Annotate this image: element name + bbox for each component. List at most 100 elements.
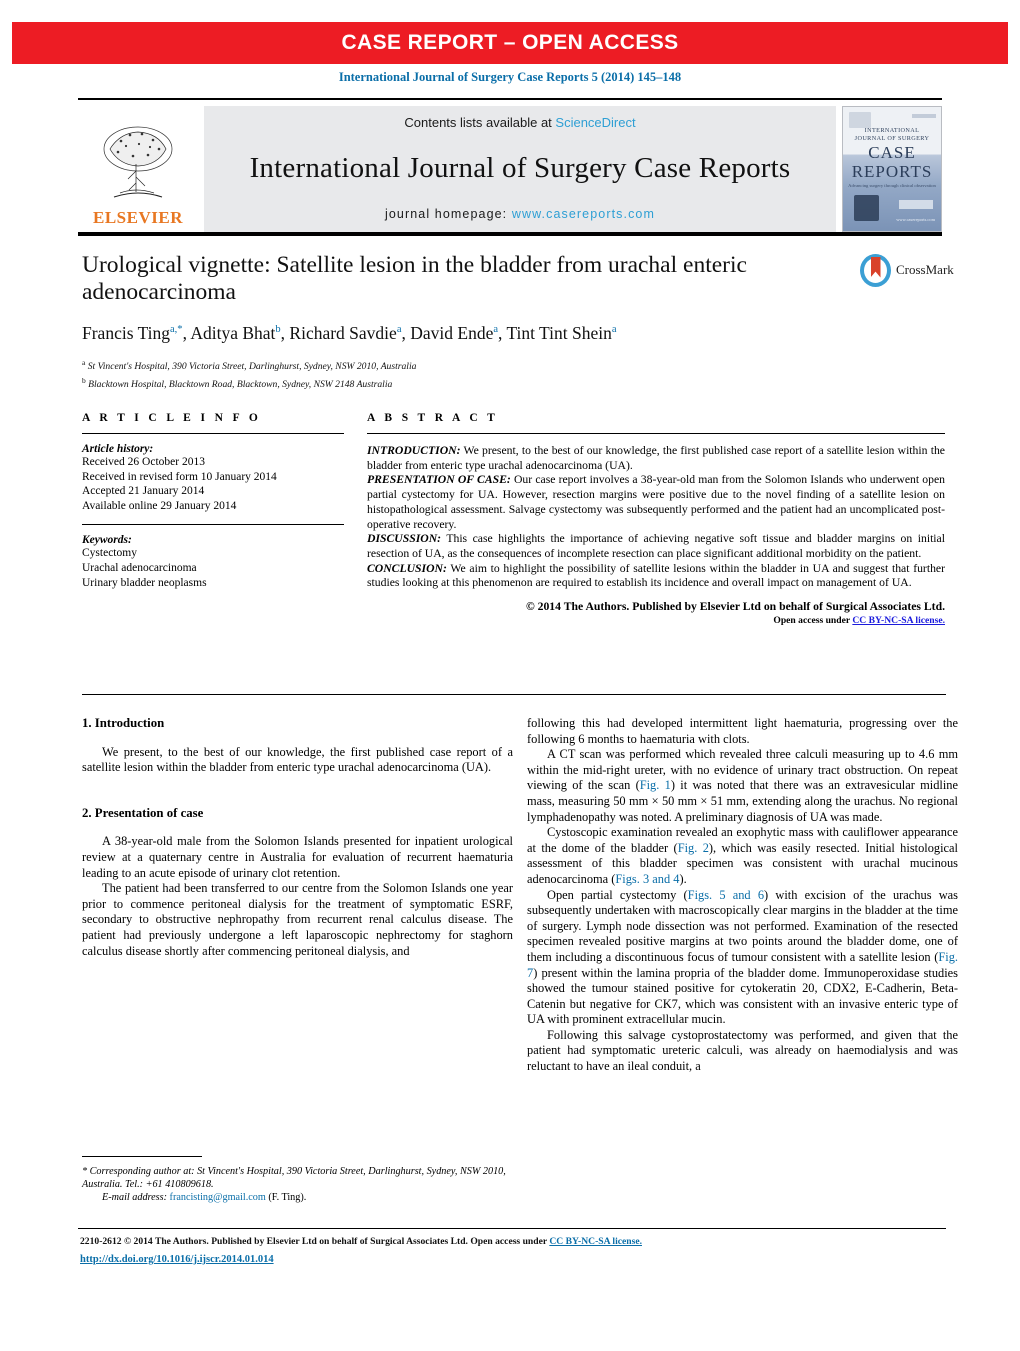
cover-line-2: JOURNAL OF SURGERY — [854, 135, 930, 142]
license-link[interactable]: CC BY-NC-SA license. — [852, 615, 945, 626]
doi-link[interactable]: http://dx.doi.org/10.1016/j.ijscr.2014.0… — [80, 1252, 960, 1267]
author-list: Francis Tinga,*, Aditya Bhatb, Richard S… — [82, 323, 617, 343]
cover-issn-mark — [912, 114, 936, 118]
open-access-banner: CASE REPORT – OPEN ACCESS — [12, 22, 1008, 64]
article-history-label: Article history: — [82, 443, 154, 455]
history-item: Accepted 21 January 2014 — [82, 485, 205, 498]
cystectomy-text-c: ) present within the lamina propria of t… — [527, 965, 958, 1027]
corresponding-author-note: * Corresponding author at: St Vincent's … — [82, 1166, 506, 1191]
article-title: Urological vignette: Satellite lesion in… — [82, 252, 747, 305]
abstract-section: INTRODUCTION: We present, to the best of… — [367, 444, 945, 472]
elsevier-tree-icon — [103, 126, 173, 198]
journal-title: International Journal of Surgery Case Re… — [249, 152, 791, 184]
cover-subtitle: Advancing surgery through clinical obser… — [848, 183, 936, 188]
homepage-prefix: journal homepage: — [385, 207, 512, 221]
footer-issn-copyright: 2210-2612 © 2014 The Authors. Published … — [80, 1236, 550, 1247]
journal-masthead: ELSEVIER Contents lists available at Sci… — [78, 98, 942, 232]
email-line: E-mail address: francisting@gmail.com (F… — [82, 1191, 513, 1204]
case-paragraph-ct-scan: A CT scan was performed which revealed t… — [527, 747, 958, 825]
heading-introduction: 1. Introduction — [82, 716, 165, 730]
abstract-heading: A B S T R A C T — [367, 412, 499, 424]
keywords-rule — [82, 524, 344, 526]
history-item: Received in revised form 10 January 2014 — [82, 470, 277, 483]
cystectomy-text-a: Open partial cystectomy ( — [547, 887, 688, 902]
journal-homepage-line: journal homepage: www.casereports.com — [385, 207, 655, 221]
body-column-left: 1. Introduction We present, to the best … — [82, 716, 513, 959]
article-info-heading: A R T I C L E I N F O — [82, 412, 262, 424]
footer-license-link[interactable]: CC BY-NC-SA license. — [549, 1236, 642, 1247]
figure-ref-2[interactable]: Fig. 2 — [678, 841, 709, 855]
intro-paragraph: We present, to the best of our knowledge… — [82, 744, 513, 775]
contents-prefix: Contents lists available at — [404, 115, 556, 130]
history-item: Available online 29 January 2014 — [82, 499, 237, 512]
affiliations: a St Vincent's Hospital, 390 Victoria St… — [82, 356, 782, 391]
history-item: Received 26 October 2013 — [82, 456, 205, 468]
abstract-label: CONCLUSION: — [367, 561, 447, 575]
abstract-section: CONCLUSION: We aim to highlight the poss… — [367, 562, 945, 590]
cysto-text-c: ). — [679, 871, 687, 886]
abstract-text: We aim to highlight the possibility of s… — [367, 561, 945, 590]
keywords-list: Cystectomy Urachal adenocarcinoma Urinar… — [82, 546, 344, 590]
case-paragraph-2-cont: following this had developed intermitten… — [527, 716, 958, 746]
email-link[interactable]: francisting@gmail.com — [170, 1192, 266, 1203]
abstract-label: DISCUSSION: — [367, 532, 442, 546]
email-label: E-mail address: — [102, 1192, 167, 1204]
case-paragraph-cystectomy: Open partial cystectomy (Figs. 5 and 6 ) … — [527, 888, 958, 1028]
contents-list-line: Contents lists available at ScienceDirec… — [404, 115, 635, 130]
figure-ref-5-6[interactable]: Figs. 5 and 6 — [688, 888, 764, 902]
case-paragraph-cystoscopy: Cystoscopic examination revealed an exop… — [527, 825, 958, 887]
crossmark-badge[interactable]: CrossMark — [860, 252, 966, 288]
license-prefix: Open access under — [773, 615, 853, 627]
figure-ref-1[interactable]: Fig. 1 — [640, 778, 671, 792]
figure-ref-3-4[interactable]: Figs. 3 and 4 — [615, 872, 679, 886]
abstract-rule — [367, 433, 945, 434]
sciencedirect-link[interactable]: ScienceDirect — [555, 115, 635, 130]
abstract-column: A B S T R A C T INTRODUCTION: We present… — [367, 412, 945, 626]
journal-cover-thumbnail: INTERNATIONAL JOURNAL OF SURGERY CASE RE… — [842, 106, 942, 232]
abstract-text: This case highlights the importance of a… — [367, 532, 945, 560]
crossmark-label: CrossMark — [896, 262, 954, 277]
crossmark-icon — [860, 253, 891, 287]
cover-word-case: CASE — [868, 143, 916, 162]
journal-homepage-link[interactable]: www.casereports.com — [512, 207, 655, 221]
email-suffix: (F. Ting). — [268, 1192, 307, 1204]
keyword-item: Urinary bladder neoplasms — [82, 576, 207, 589]
abstract-bottom-rule — [82, 694, 946, 695]
article-info-rule — [82, 433, 344, 434]
footnote-block: * Corresponding author at: St Vincent's … — [82, 1165, 513, 1205]
abstract-copyright: © 2014 The Authors. Published by Elsevie… — [525, 600, 945, 614]
keywords-label: Keywords: — [82, 534, 132, 547]
case-paragraph-1: A 38-year-old male from the Solomon Isla… — [82, 834, 513, 880]
masthead-bottom-rule — [78, 232, 942, 236]
journal-citation-line: International Journal of Surgery Case Re… — [338, 70, 682, 84]
cover-elsevier-mark — [849, 112, 871, 128]
title-block: Urological vignette: Satellite lesion in… — [82, 252, 782, 391]
cover-url: www.casereports.com — [896, 217, 935, 222]
keyword-item: Urachal adenocarcinoma — [82, 561, 197, 574]
affiliation-a-text: St Vincent's Hospital, 390 Victoria Stre… — [87, 361, 417, 373]
heading-presentation-of-case: 2. Presentation of case — [82, 805, 204, 820]
elsevier-wordmark: ELSEVIER — [93, 208, 183, 227]
footer-block: 2210-2612 © 2014 The Authors. Published … — [80, 1234, 960, 1267]
article-history-list: Received 26 October 2013 Received in rev… — [82, 455, 344, 513]
footnote-rule — [82, 1156, 202, 1157]
abstract-license: Open access under CC BY-NC-SA license. — [367, 615, 945, 626]
abstract-label: PRESENTATION OF CASE: — [367, 473, 511, 487]
abstract-section: PRESENTATION OF CASE: Our case report in… — [367, 473, 945, 530]
cover-word-reports: REPORTS — [851, 162, 933, 181]
abstract-label: INTRODUCTION: — [367, 444, 461, 457]
abstract-section: DISCUSSION: This case highlights the imp… — [367, 532, 945, 560]
body-column-right: following this had developed intermitten… — [527, 716, 958, 1075]
affiliation-b-text: Blacktown Hospital, Blacktown Road, Blac… — [88, 378, 393, 390]
elsevier-logo: ELSEVIER — [78, 106, 198, 232]
case-paragraph-2: The patient had been transferred to our … — [82, 881, 513, 958]
abstract-body: INTRODUCTION: We present, to the best of… — [367, 444, 945, 591]
affiliation-b: b Blacktown Hospital, Blacktown Road, Bl… — [82, 375, 393, 390]
cover-crest-icon — [854, 195, 879, 221]
journal-band: Contents lists available at ScienceDirec… — [204, 106, 836, 232]
case-paragraph-salvage: Following this salvage cystoprostatectom… — [527, 1027, 958, 1074]
cover-line-1: INTERNATIONAL — [864, 127, 920, 134]
journal-article-page: CASE REPORT – OPEN ACCESS International … — [0, 0, 1020, 1351]
article-info-column: A R T I C L E I N F O Article history: R… — [82, 412, 344, 590]
affiliation-a: a St Vincent's Hospital, 390 Victoria St… — [82, 358, 417, 373]
